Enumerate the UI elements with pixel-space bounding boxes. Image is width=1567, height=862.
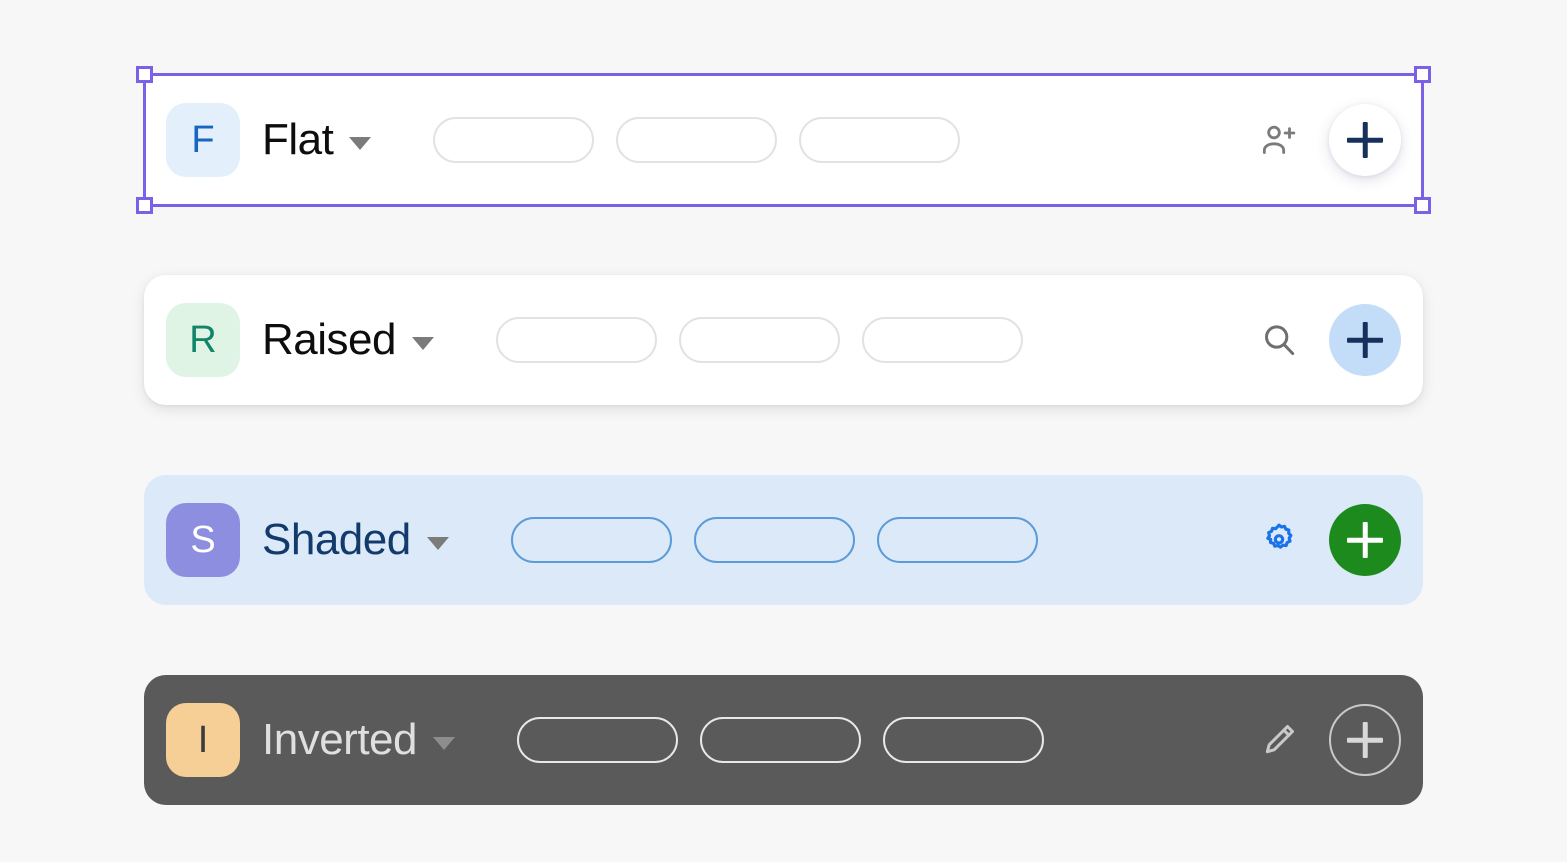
chevron-down-icon[interactable] (411, 336, 434, 350)
pill-placeholder[interactable] (516, 717, 678, 763)
avatar-badge-shaded[interactable]: S (166, 503, 240, 577)
title-dropdown-flat[interactable]: Flat (262, 115, 372, 165)
avatar-badge-flat[interactable]: F (166, 103, 240, 177)
add-button[interactable] (1329, 104, 1401, 176)
pill-placeholder[interactable] (433, 117, 595, 163)
toolbar-row-raised[interactable]: R Raised (144, 275, 1423, 405)
row-title: Raised (262, 315, 396, 364)
row-title: Inverted (262, 715, 417, 764)
avatar-badge-letter: F (191, 118, 215, 161)
pill-group-raised (495, 317, 1023, 363)
toolbar-row-flat[interactable]: F Flat (144, 75, 1423, 205)
pill-group-shaded (510, 517, 1038, 563)
avatar-badge-letter: R (189, 318, 217, 361)
pill-placeholder[interactable] (616, 117, 778, 163)
row-title: Shaded (262, 515, 411, 564)
pill-placeholder[interactable] (693, 517, 855, 563)
row-actions-inverted (1259, 704, 1401, 776)
row-title: Flat (262, 115, 334, 164)
design-canvas: F Flat R Raised S Shaded I Inverted (0, 0, 1567, 862)
plus-icon (1347, 722, 1383, 758)
pill-placeholder[interactable] (799, 117, 961, 163)
avatar-badge-letter: S (190, 518, 216, 561)
title-dropdown-raised[interactable]: Raised (262, 315, 434, 365)
pill-placeholder[interactable] (882, 717, 1044, 763)
pill-group-flat (433, 117, 961, 163)
pill-placeholder[interactable] (876, 517, 1038, 563)
plus-icon (1347, 122, 1383, 158)
row-actions-raised (1259, 304, 1401, 376)
gear-icon[interactable] (1259, 520, 1299, 560)
pill-placeholder[interactable] (495, 317, 657, 363)
chevron-down-icon[interactable] (349, 136, 372, 150)
toolbar-row-inverted[interactable]: I Inverted (144, 675, 1423, 805)
title-dropdown-shaded[interactable]: Shaded (262, 515, 449, 565)
add-button[interactable] (1329, 704, 1401, 776)
chevron-down-icon[interactable] (432, 736, 455, 750)
pill-placeholder[interactable] (699, 717, 861, 763)
add-button[interactable] (1329, 504, 1401, 576)
row-actions-shaded (1259, 504, 1401, 576)
chevron-down-icon[interactable] (426, 536, 449, 550)
plus-icon (1347, 322, 1383, 358)
title-dropdown-inverted[interactable]: Inverted (262, 715, 455, 765)
toolbar-row-shaded[interactable]: S Shaded (144, 475, 1423, 605)
row-actions-flat (1259, 104, 1401, 176)
person-add-icon[interactable] (1259, 120, 1299, 160)
pencil-icon[interactable] (1259, 720, 1299, 760)
add-button[interactable] (1329, 304, 1401, 376)
pill-group-inverted (516, 717, 1044, 763)
search-icon[interactable] (1259, 320, 1299, 360)
pill-placeholder[interactable] (861, 317, 1023, 363)
avatar-badge-inverted[interactable]: I (166, 703, 240, 777)
avatar-badge-letter: I (197, 718, 209, 761)
pill-placeholder[interactable] (510, 517, 672, 563)
pill-placeholder[interactable] (678, 317, 840, 363)
avatar-badge-raised[interactable]: R (166, 303, 240, 377)
plus-icon (1347, 522, 1383, 558)
